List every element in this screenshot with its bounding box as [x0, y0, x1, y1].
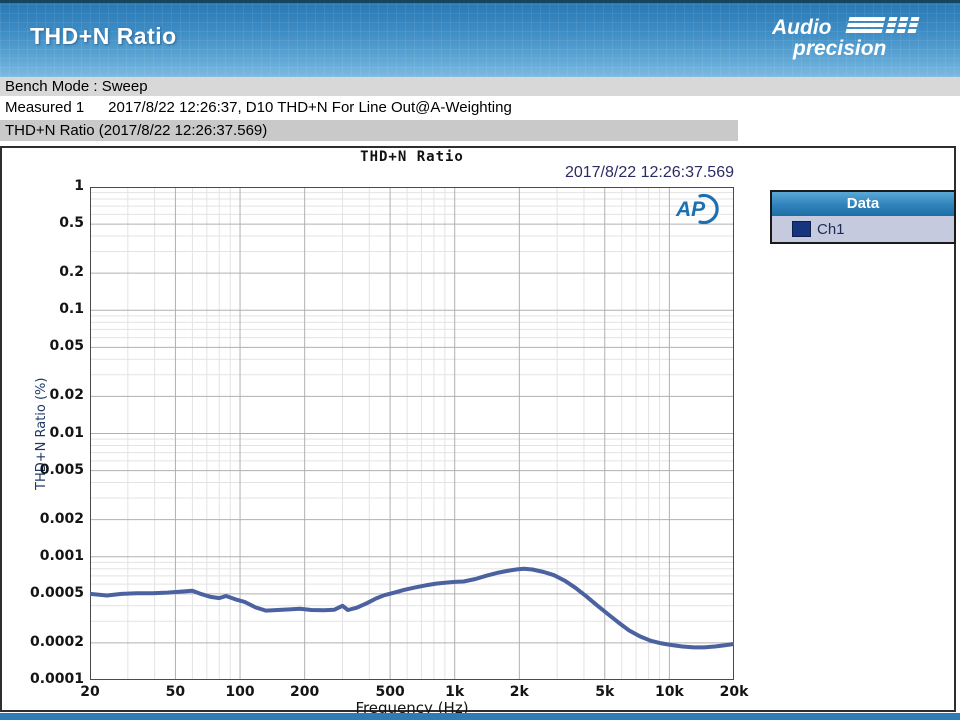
- audio-precision-logo: Audio precision: [772, 16, 920, 60]
- plot-area: [90, 187, 734, 680]
- y-tick-label: 1: [74, 178, 84, 194]
- section-title-text: THD+N Ratio (2017/8/22 12:26:37.569): [5, 122, 268, 139]
- section-title-bar: THD+N Ratio (2017/8/22 12:26:37.569): [0, 120, 738, 141]
- title-banner: THD+N Ratio Audio precision: [0, 0, 960, 77]
- x-tick-label: 10k: [654, 684, 684, 700]
- legend-item-ch1: Ch1: [772, 216, 954, 242]
- y-tick-label: 0.0002: [29, 633, 84, 650]
- y-tick-label: 0.05: [49, 338, 84, 355]
- chart-timestamp: 2017/8/22 12:26:37.569: [564, 164, 734, 181]
- y-tick-label: 0.02: [49, 387, 84, 404]
- x-tick-label: 50: [165, 684, 186, 700]
- bench-mode-bar: Bench Mode : Sweep: [0, 77, 960, 96]
- legend-swatch-ch1: [792, 221, 811, 237]
- ap-logo-text: AP: [675, 198, 706, 221]
- legend-header: Data: [772, 192, 954, 216]
- y-tick-label: 0.002: [39, 510, 84, 527]
- y-tick-label: 0.0005: [29, 584, 84, 601]
- legend-label-ch1: Ch1: [817, 220, 845, 238]
- y-tick-label: 0.2: [59, 264, 84, 281]
- chart-container: THD+N Ratio 2017/8/22 12:26:37.569 AP TH…: [0, 146, 956, 717]
- y-tick-label: 0.1: [59, 301, 84, 318]
- ap-logo-icon: AP: [675, 193, 719, 225]
- series-curve-ch1: [90, 566, 734, 650]
- x-tick-label: 1k: [445, 684, 465, 700]
- y-tick-label: 0.01: [49, 424, 84, 441]
- bottom-accent-strip: [0, 713, 960, 720]
- brand-bars: [845, 17, 920, 33]
- x-tick-label: 200: [290, 684, 320, 700]
- brand-word-audio: Audio: [772, 16, 832, 39]
- x-tick-label: 20k: [719, 684, 749, 700]
- measured-row: Measured 1 2017/8/22 12:26:37, D10 THD+N…: [0, 96, 960, 119]
- page-title: THD+N Ratio: [30, 23, 177, 49]
- chart-title: THD+N Ratio: [360, 149, 464, 165]
- measured-label: Measured 1: [5, 99, 85, 116]
- legend: Data Ch1: [770, 190, 956, 244]
- report-page: THD+N Ratio Audio precision Bench Mode :…: [0, 0, 960, 720]
- bench-mode-text: Bench Mode : Sweep: [5, 78, 148, 95]
- y-tick-label: 0.001: [39, 547, 84, 564]
- y-tick-label: 0.005: [39, 461, 84, 478]
- measured-value: 2017/8/22 12:26:37, D10 THD+N For Line O…: [108, 99, 512, 116]
- x-tick-label: 2k: [509, 684, 529, 700]
- x-tick-label: 5k: [595, 684, 615, 700]
- x-tick-label: 100: [225, 684, 255, 700]
- y-tick-label: 0.0001: [29, 671, 84, 687]
- brand-word-precision: precision: [792, 37, 886, 60]
- y-tick-label: 0.5: [59, 215, 84, 232]
- x-tick-label: 500: [375, 684, 405, 700]
